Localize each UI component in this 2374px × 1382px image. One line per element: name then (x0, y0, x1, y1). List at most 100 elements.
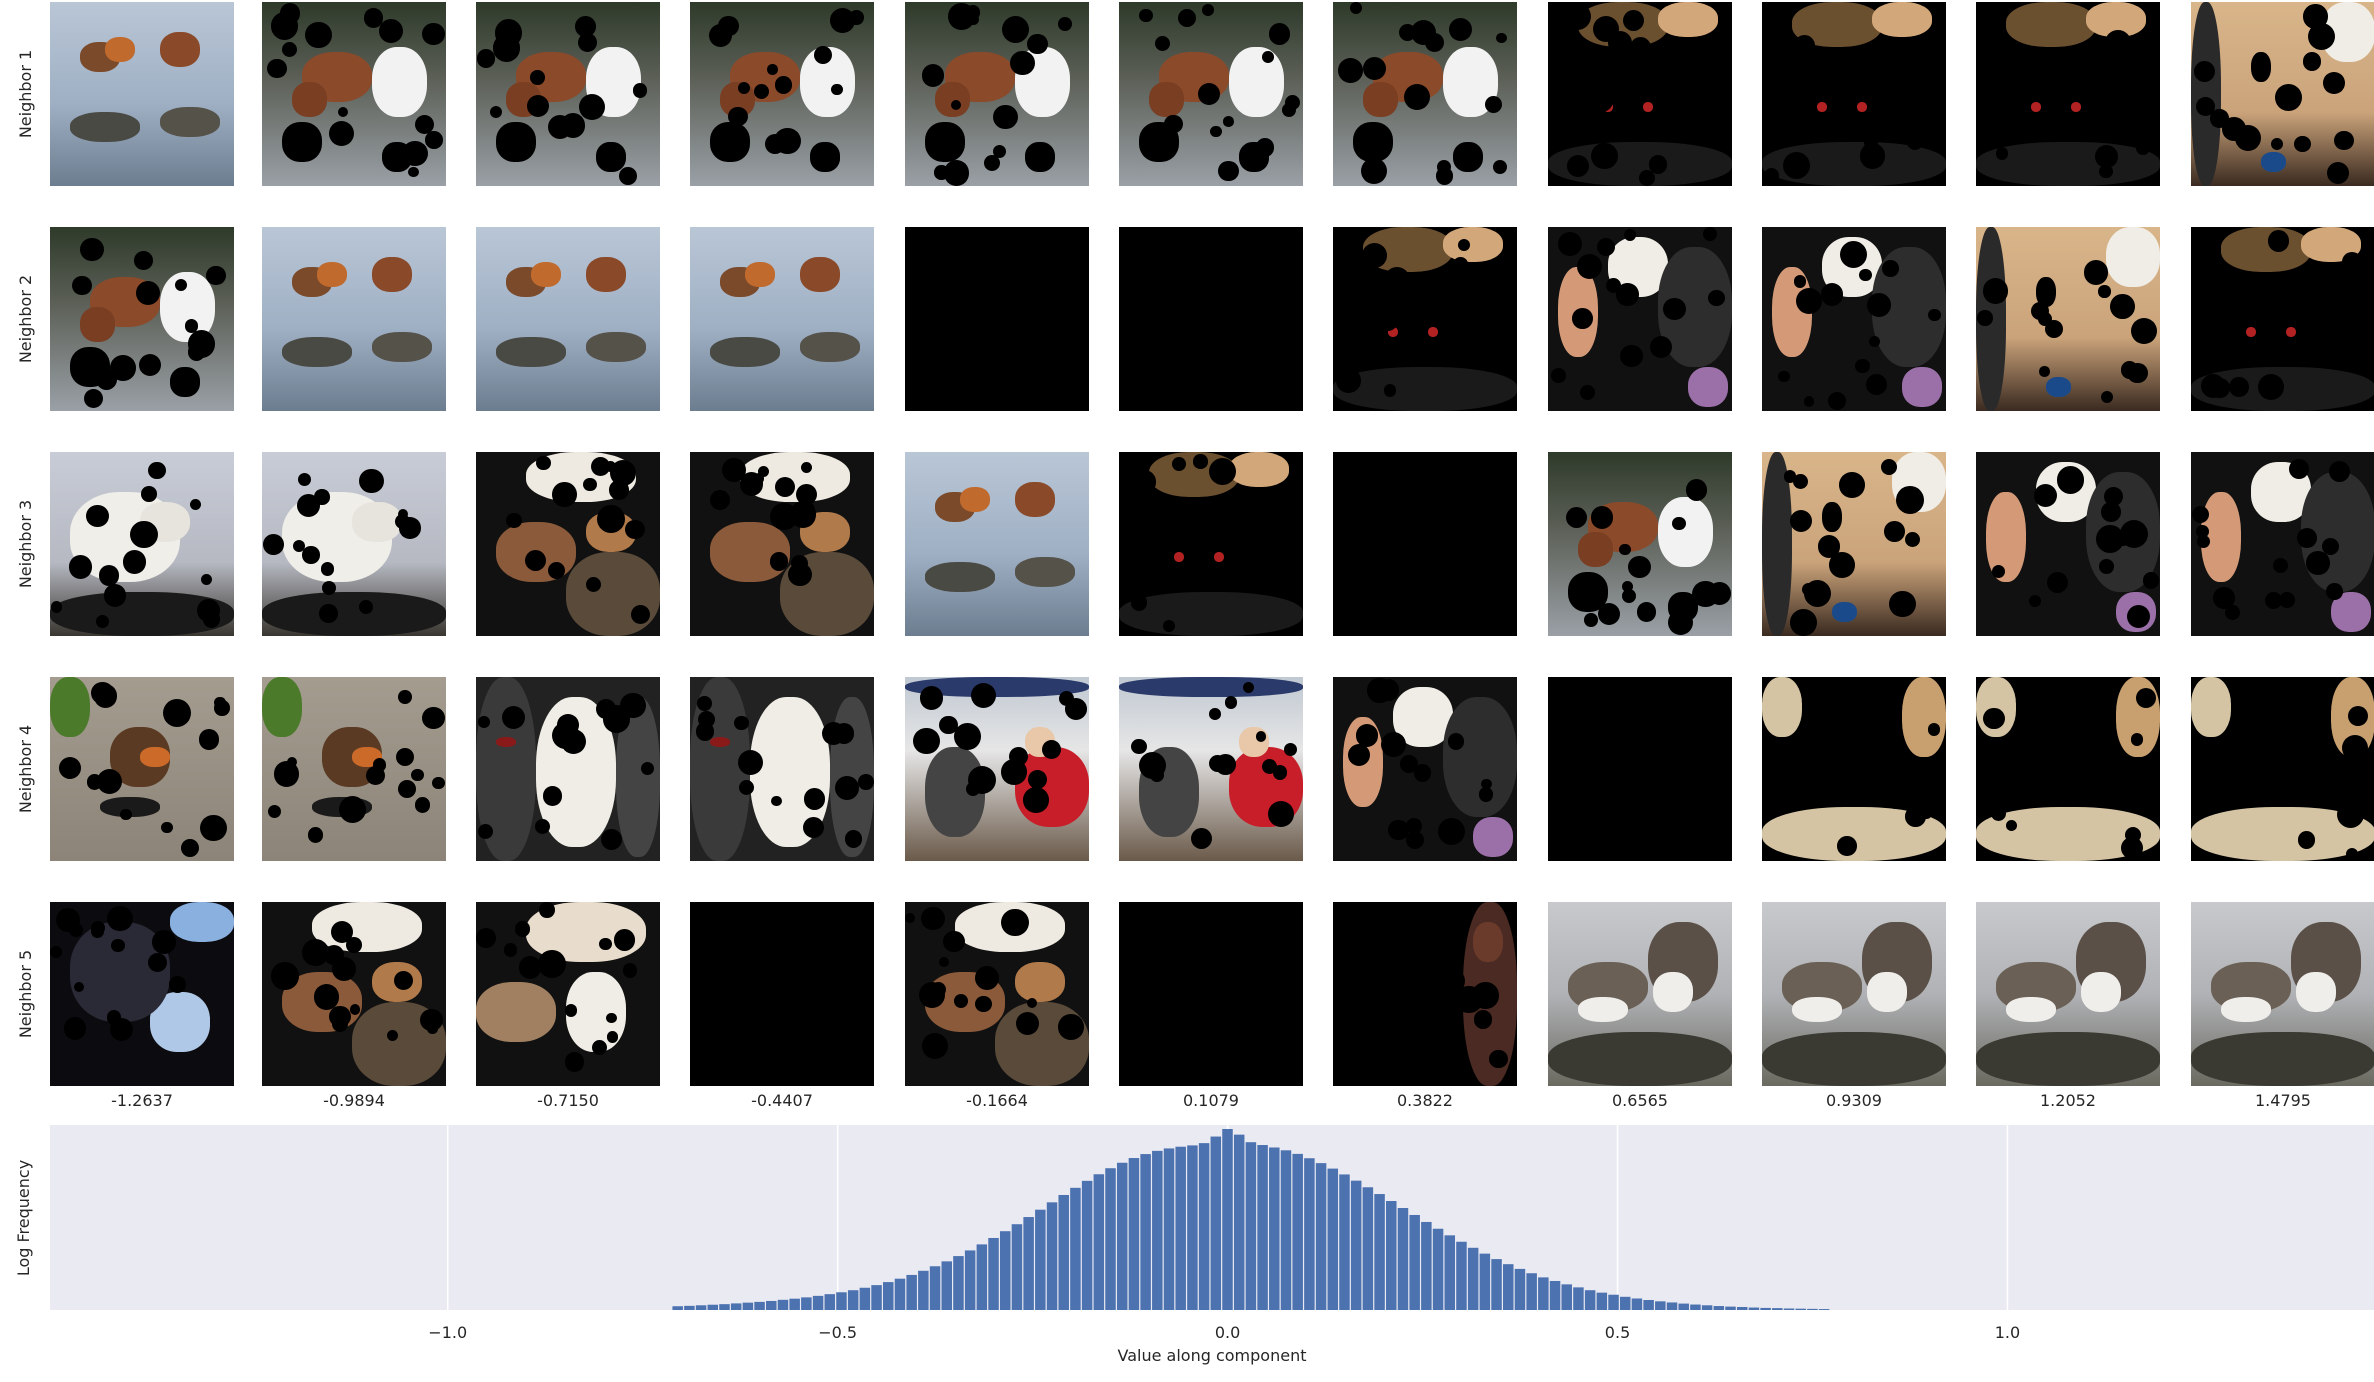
histogram-bar-26 (976, 1244, 988, 1310)
histogram-bar-59 (1362, 1187, 1374, 1310)
histogram-bar-82 (1631, 1298, 1643, 1310)
histogram-bar-41 (1152, 1150, 1163, 1310)
histogram-bar-84 (1655, 1301, 1666, 1310)
histogram-bar-61 (1386, 1201, 1397, 1310)
histogram-bar-67 (1456, 1241, 1467, 1310)
histogram-bar-66 (1444, 1235, 1456, 1310)
x-tick-label-3: 0.5 (1605, 1323, 1630, 1342)
y-axis-label: Log Frequency (14, 1160, 33, 1276)
histogram-bar-11 (801, 1297, 812, 1310)
histogram-bar-23 (941, 1261, 952, 1310)
histogram-bar-7 (754, 1301, 765, 1310)
histogram-bar-22 (929, 1266, 941, 1310)
histogram-bar-12 (812, 1295, 824, 1310)
histogram-bar-33 (1058, 1194, 1069, 1310)
histogram-bar-21 (918, 1270, 929, 1310)
histogram-bar-57 (1339, 1174, 1350, 1310)
histogram-bar-52 (1280, 1150, 1292, 1310)
histogram-bar-29 (1011, 1224, 1023, 1310)
histogram-bar-4 (719, 1304, 730, 1310)
histogram-bar-87 (1690, 1304, 1701, 1310)
figure: Neighbor 1 Neighbor 2 Neighbor 3 Neighbor 4… (0, 0, 2374, 1382)
histogram-bar-81 (1619, 1296, 1631, 1310)
x-tick-label-1: −0.5 (818, 1323, 857, 1342)
histogram-bar-2 (695, 1305, 707, 1310)
histogram-bar-17 (871, 1285, 882, 1310)
histogram-bar-60 (1374, 1194, 1385, 1310)
histogram-bar-92 (1748, 1307, 1760, 1310)
histogram-bar-43 (1175, 1146, 1186, 1310)
histogram-bar-1 (684, 1305, 695, 1310)
x-tick-label-0: −1.0 (428, 1323, 467, 1342)
histogram-bar-78 (1584, 1290, 1596, 1310)
histogram-bar-51 (1269, 1147, 1280, 1310)
histogram-bar-71 (1503, 1264, 1514, 1310)
histogram-bar-68 (1467, 1247, 1479, 1310)
histogram-bar-50 (1257, 1145, 1268, 1310)
histogram-bar-46 (1210, 1136, 1222, 1310)
histogram-bar-54 (1304, 1158, 1315, 1310)
histogram-bar-5 (730, 1303, 742, 1310)
histogram-bar-83 (1643, 1300, 1654, 1310)
histogram-bar-76 (1561, 1284, 1572, 1310)
histogram-bar-32 (1046, 1202, 1058, 1310)
histogram-bar-14 (836, 1292, 847, 1310)
histogram-bar-47 (1222, 1129, 1233, 1310)
histogram-bar-79 (1596, 1292, 1608, 1310)
histogram-bar-42 (1163, 1148, 1175, 1310)
histogram-bar-77 (1573, 1287, 1584, 1310)
x-tick-label-2: 0.0 (1215, 1323, 1240, 1342)
histogram-bar-65 (1432, 1228, 1444, 1310)
histogram-bar-38 (1116, 1162, 1128, 1310)
histogram-bar-13 (824, 1294, 836, 1310)
histogram-bar-39 (1128, 1158, 1140, 1310)
histogram-bar-20 (906, 1274, 917, 1310)
histogram-bar-35 (1081, 1180, 1093, 1310)
histogram-bar-18 (883, 1282, 894, 1310)
histogram-bar-28 (999, 1231, 1011, 1310)
histogram-bar-58 (1350, 1180, 1362, 1310)
histogram-bar-62 (1397, 1207, 1409, 1310)
histogram-bar-3 (707, 1304, 719, 1310)
histogram-bar-95 (1783, 1308, 1795, 1310)
histogram-bar-96 (1795, 1308, 1806, 1310)
histogram-bar-73 (1526, 1273, 1537, 1310)
histogram-bar-44 (1187, 1145, 1198, 1310)
x-tick-label-4: 1.0 (1995, 1323, 2020, 1342)
histogram-bar-27 (988, 1237, 999, 1310)
histogram-bar-80 (1608, 1294, 1619, 1310)
histogram-bar-94 (1772, 1308, 1783, 1310)
histogram-bar-48 (1233, 1134, 1245, 1310)
histogram-bar-55 (1315, 1163, 1327, 1310)
histogram-bar-72 (1514, 1268, 1526, 1310)
x-axis-label: Value along component (1118, 1346, 1307, 1365)
histogram-bar-64 (1421, 1221, 1432, 1310)
histogram-bar-10 (789, 1298, 800, 1310)
histogram-bar-37 (1105, 1168, 1116, 1310)
histogram-bar-56 (1327, 1168, 1339, 1310)
histogram-bar-19 (894, 1278, 906, 1310)
histogram-chart: −1.0 −0.5 0.0 0.5 1.0 Value along component Lo… (14, 1125, 2374, 1365)
histogram-bar-98 (1818, 1309, 1830, 1310)
histogram-bar-16 (859, 1287, 871, 1310)
histogram-bar-36 (1093, 1174, 1105, 1310)
histogram-bar-24 (953, 1256, 964, 1310)
histogram-bar-53 (1292, 1153, 1303, 1310)
histogram-bar-34 (1070, 1187, 1081, 1310)
histogram-bar-40 (1140, 1154, 1151, 1310)
histogram-bar-86 (1678, 1303, 1689, 1310)
histogram-bar-74 (1538, 1277, 1549, 1310)
histogram-bar-15 (847, 1290, 859, 1310)
histogram-bar-31 (1035, 1209, 1046, 1310)
histogram-bar-63 (1409, 1214, 1420, 1310)
histogram-bar-30 (1023, 1217, 1034, 1310)
histogram-bar-49 (1245, 1142, 1257, 1310)
histogram-bar-70 (1491, 1259, 1502, 1310)
histogram-bar-69 (1479, 1253, 1491, 1310)
histogram-bar-8 (766, 1300, 777, 1310)
histogram-bar-89 (1713, 1306, 1725, 1310)
histogram-bar-85 (1666, 1302, 1678, 1310)
histogram-bar-25 (964, 1250, 976, 1310)
histogram-bar-97 (1807, 1308, 1818, 1310)
histogram-bar-75 (1549, 1280, 1561, 1310)
